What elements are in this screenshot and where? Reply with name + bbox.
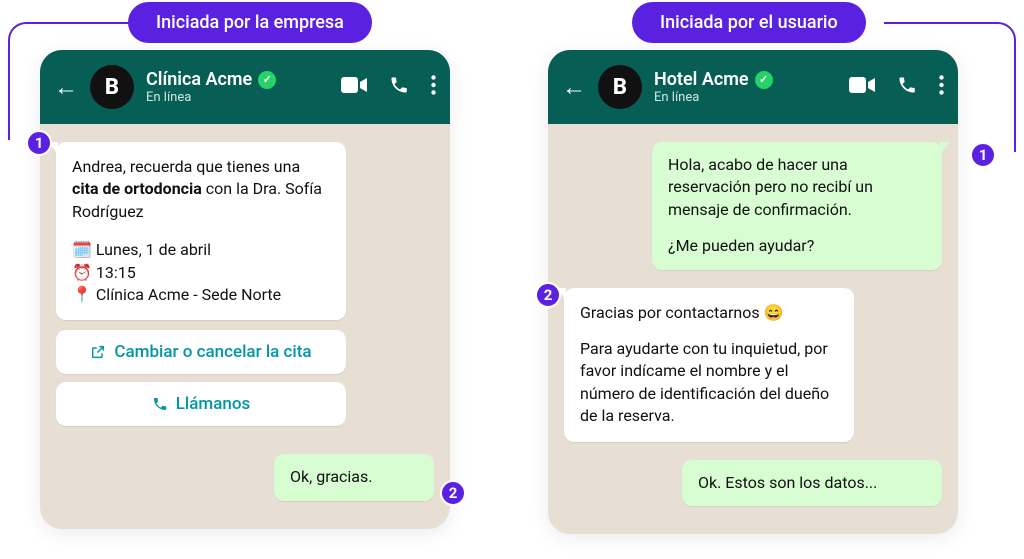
user-msg-p1: Hola, acabo de hacer una reservación per…: [668, 154, 926, 221]
chat-body: Hola, acabo de hacer una reservación per…: [548, 124, 958, 534]
user-message: Hola, acabo de hacer una reservación per…: [652, 142, 942, 270]
detail-place: 📍 Clínica Acme - Sede Norte: [72, 284, 330, 306]
bot-msg-p1: Gracias por contactarnos 😄: [580, 302, 838, 324]
chat-body: Andrea, recuerda que tienes una cita de …: [40, 124, 450, 529]
detail-time: ⏰ 13:15: [72, 262, 330, 284]
label-business-initiated: Iniciada por la empresa: [128, 2, 372, 43]
step-badge-2: 2: [535, 282, 561, 308]
video-call-icon[interactable]: [849, 76, 875, 98]
step-badge-1: 1: [970, 142, 996, 168]
bot-msg-p2: Para ayudarte con tu inquietud, por favo…: [580, 338, 838, 428]
phone-user: ← B Hotel Acme ✓ En línea Hola, acabo de…: [548, 50, 958, 534]
chat-header: ← B Clínica Acme ✓ En línea: [40, 50, 450, 124]
bot-message: Gracias por contactarnos 😄 Para ayudarte…: [564, 288, 854, 442]
voice-call-icon[interactable]: [389, 75, 409, 99]
chat-name: Clínica Acme: [146, 69, 252, 90]
button-label: Llámanos: [176, 394, 251, 414]
incoming-message: Andrea, recuerda que tienes una cita de …: [56, 142, 346, 320]
msg-text: Andrea, recuerda que tienes una: [72, 157, 300, 176]
header-actions: [849, 75, 944, 99]
more-icon[interactable]: [431, 75, 436, 99]
avatar[interactable]: B: [90, 65, 134, 109]
back-icon[interactable]: ←: [54, 73, 78, 102]
avatar[interactable]: B: [598, 65, 642, 109]
status-text: En línea: [146, 90, 329, 105]
header-actions: [341, 75, 436, 99]
video-call-icon[interactable]: [341, 76, 367, 98]
voice-call-icon[interactable]: [897, 75, 917, 99]
verified-icon: ✓: [755, 71, 773, 89]
label-user-initiated: Iniciada por el usuario: [632, 2, 866, 43]
more-icon[interactable]: [939, 75, 944, 99]
title-block[interactable]: Hotel Acme ✓ En línea: [654, 69, 837, 105]
step-badge-1: 1: [26, 130, 52, 156]
outgoing-reply: Ok. Estos son los datos...: [682, 460, 942, 506]
msg-bold: cita de ortodoncia: [72, 179, 202, 198]
detail-date: 🗓️ Lunes, 1 de abril: [72, 239, 330, 261]
button-label: Cambiar o cancelar la cita: [114, 342, 311, 362]
user-msg-p2: ¿Me pueden ayudar?: [668, 235, 926, 257]
status-text: En línea: [654, 90, 837, 105]
call-us-button[interactable]: Llámanos: [56, 382, 346, 426]
phone-icon: [152, 396, 168, 412]
verified-icon: ✓: [258, 71, 276, 89]
step-badge-2: 2: [440, 480, 466, 506]
chat-header: ← B Hotel Acme ✓ En línea: [548, 50, 958, 124]
change-appointment-button[interactable]: Cambiar o cancelar la cita: [56, 330, 346, 374]
phone-business: ← B Clínica Acme ✓ En línea Andrea, recu…: [40, 50, 450, 529]
outgoing-reply: Ok, gracias.: [274, 454, 434, 500]
chat-name: Hotel Acme: [654, 69, 749, 90]
back-icon[interactable]: ←: [562, 73, 586, 102]
external-link-icon: [90, 344, 106, 360]
title-block[interactable]: Clínica Acme ✓ En línea: [146, 69, 329, 105]
